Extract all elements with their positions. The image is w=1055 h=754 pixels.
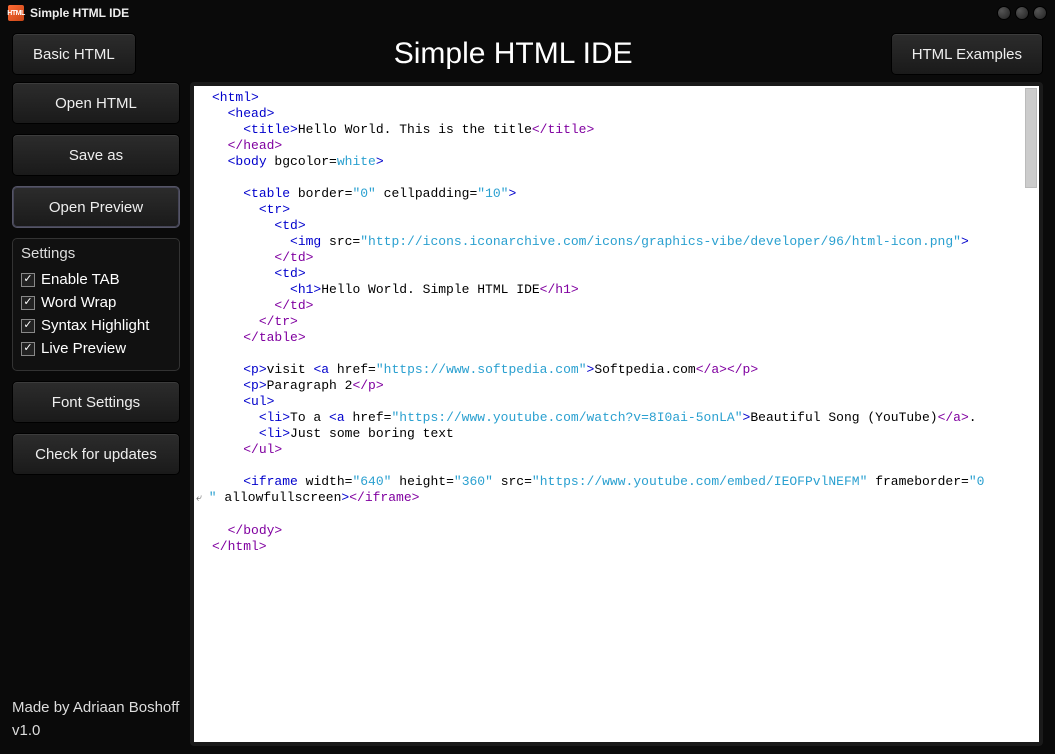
enable-tab-checkbox[interactable]: ✓ Enable TAB bbox=[21, 268, 171, 291]
credit-version: v1.0 bbox=[12, 720, 180, 743]
settings-group: Settings ✓ Enable TAB ✓ Word Wrap ✓ Synt… bbox=[12, 238, 180, 371]
checkbox-label: Enable TAB bbox=[41, 271, 120, 288]
checkbox-label: Live Preview bbox=[41, 340, 126, 357]
app-title: Simple HTML IDE bbox=[136, 37, 891, 71]
window-controls bbox=[997, 6, 1047, 20]
basic-html-button[interactable]: Basic HTML bbox=[12, 33, 136, 75]
syntax-highlight-checkbox[interactable]: ✓ Syntax Highlight bbox=[21, 314, 171, 337]
app-icon: HTML bbox=[8, 5, 24, 21]
header-row: Basic HTML Simple HTML IDE HTML Examples bbox=[0, 26, 1055, 82]
checkbox-label: Syntax Highlight bbox=[41, 317, 149, 334]
checkbox-label: Word Wrap bbox=[41, 294, 116, 311]
window-title: Simple HTML IDE bbox=[30, 6, 129, 20]
vertical-scrollbar[interactable] bbox=[1025, 88, 1037, 188]
open-html-button[interactable]: Open HTML bbox=[12, 82, 180, 124]
word-wrap-checkbox[interactable]: ✓ Word Wrap bbox=[21, 291, 171, 314]
check-updates-button[interactable]: Check for updates bbox=[12, 433, 180, 475]
code-editor[interactable]: <html> <head> <title>Hello World. This i… bbox=[194, 86, 1039, 742]
sidebar: Open HTML Save as Open Preview Settings … bbox=[12, 82, 190, 746]
font-settings-button[interactable]: Font Settings bbox=[12, 381, 180, 423]
window-titlebar: HTML Simple HTML IDE bbox=[0, 0, 1055, 26]
settings-title: Settings bbox=[21, 245, 171, 262]
live-preview-checkbox[interactable]: ✓ Live Preview bbox=[21, 337, 171, 360]
checkbox-icon: ✓ bbox=[21, 296, 35, 310]
open-preview-button[interactable]: Open Preview bbox=[12, 186, 180, 228]
checkbox-icon: ✓ bbox=[21, 273, 35, 287]
save-as-button[interactable]: Save as bbox=[12, 134, 180, 176]
editor-container: <html> <head> <title>Hello World. This i… bbox=[190, 82, 1043, 746]
credit-author: Made by Adriaan Boshoff bbox=[12, 697, 180, 720]
html-examples-button[interactable]: HTML Examples bbox=[891, 33, 1043, 75]
checkbox-icon: ✓ bbox=[21, 342, 35, 356]
maximize-button[interactable] bbox=[1015, 6, 1029, 20]
checkbox-icon: ✓ bbox=[21, 319, 35, 333]
credits: Made by Adriaan Boshoff v1.0 bbox=[12, 697, 180, 746]
minimize-button[interactable] bbox=[997, 6, 1011, 20]
close-button[interactable] bbox=[1033, 6, 1047, 20]
